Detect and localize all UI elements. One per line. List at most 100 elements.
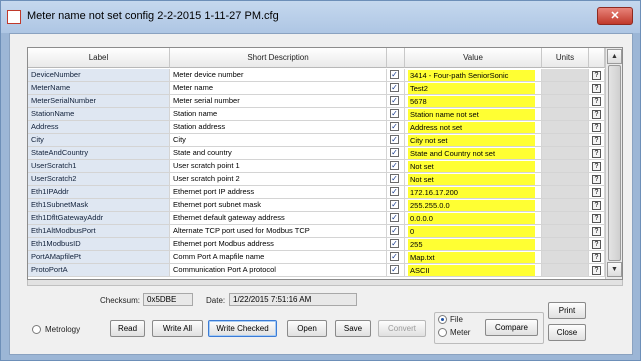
row-help-button[interactable]: ?: [589, 264, 605, 277]
row-help-button[interactable]: ?: [589, 225, 605, 238]
row-select-checkbox[interactable]: ✓: [387, 121, 405, 134]
row-select-checkbox[interactable]: ✓: [387, 147, 405, 160]
write-checked-button[interactable]: Write Checked: [208, 320, 277, 337]
row-value-field[interactable]: City not set: [405, 134, 542, 147]
row-value-field[interactable]: Map.txt: [405, 251, 542, 264]
compare-button[interactable]: Compare: [485, 319, 538, 336]
row-value-field[interactable]: 3414 - Four-path SeniorSonic: [405, 69, 542, 82]
open-button[interactable]: Open: [287, 320, 327, 337]
row-value: Map.txt: [408, 252, 535, 263]
scroll-up-icon[interactable]: ▲: [607, 49, 622, 64]
vertical-scrollbar[interactable]: ▲ ▼: [605, 48, 622, 279]
row-value: Test2: [408, 83, 535, 94]
column-header-value[interactable]: Value: [405, 48, 542, 68]
table-row[interactable]: PortAMapfilePt Comm Port A mapfile name ✓ M…: [28, 251, 605, 264]
row-help-button[interactable]: ?: [589, 69, 605, 82]
row-value-field[interactable]: 255.255.0.0: [405, 199, 542, 212]
table-row[interactable]: DeviceNumber Meter device number ✓ 3414 - F…: [28, 69, 605, 82]
title-bar[interactable]: Meter name not set config 2-2-2015 1-11-…: [1, 1, 640, 33]
table-row[interactable]: Eth1DfltGatewayAddr Ethernet default gate…: [28, 212, 605, 225]
row-select-checkbox[interactable]: ✓: [387, 69, 405, 82]
column-header-units[interactable]: Units: [542, 48, 589, 68]
row-value-field[interactable]: Test2: [405, 82, 542, 95]
row-units: [542, 173, 589, 186]
close-button[interactable]: Close: [548, 324, 586, 341]
row-select-checkbox[interactable]: ✓: [387, 134, 405, 147]
row-value-field[interactable]: Address not set: [405, 121, 542, 134]
save-button[interactable]: Save: [335, 320, 371, 337]
row-label: StationName: [28, 108, 170, 121]
table-row[interactable]: StateAndCountry State and country ✓ State a…: [28, 147, 605, 160]
row-value-field[interactable]: Station name not set: [405, 108, 542, 121]
column-header-check[interactable]: [387, 48, 405, 68]
table-row[interactable]: Address Station address ✓ Address not set?: [28, 121, 605, 134]
convert-button[interactable]: Convert: [378, 320, 426, 337]
row-help-button[interactable]: ?: [589, 160, 605, 173]
table-row[interactable]: Eth1ModbusID Ethernet port Modbus address…: [28, 238, 605, 251]
row-description: Ethernet port Modbus address: [170, 238, 387, 251]
row-help-button[interactable]: ?: [589, 212, 605, 225]
row-select-checkbox[interactable]: ✓: [387, 95, 405, 108]
help-icon: ?: [592, 253, 601, 262]
row-help-button[interactable]: ?: [589, 251, 605, 264]
row-help-button[interactable]: ?: [589, 199, 605, 212]
row-select-checkbox[interactable]: ✓: [387, 199, 405, 212]
row-description: State and country: [170, 147, 387, 160]
row-help-button[interactable]: ?: [589, 186, 605, 199]
table-row[interactable]: UserScratch1 User scratch point 1 ✓ Not set…: [28, 160, 605, 173]
table-row[interactable]: ProtoPortA Communication Port A protocol ✓…: [28, 264, 605, 277]
row-help-button[interactable]: ?: [589, 134, 605, 147]
scroll-down-icon[interactable]: ▼: [607, 262, 622, 277]
row-value-field[interactable]: 5678: [405, 95, 542, 108]
row-value-field[interactable]: ASCII: [405, 264, 542, 277]
row-select-checkbox[interactable]: ✓: [387, 251, 405, 264]
row-help-button[interactable]: ?: [589, 238, 605, 251]
source-file-radio[interactable]: [438, 315, 447, 324]
row-help-button[interactable]: ?: [589, 108, 605, 121]
row-help-button[interactable]: ?: [589, 95, 605, 108]
table-row[interactable]: MeterSerialNumber Meter serial number ✓ 567…: [28, 95, 605, 108]
row-value-field[interactable]: Not set: [405, 173, 542, 186]
row-value-field[interactable]: 172.16.17.200: [405, 186, 542, 199]
row-value-field[interactable]: 0: [405, 225, 542, 238]
horizontal-scrollbar[interactable]: [27, 280, 623, 286]
metrology-radio[interactable]: [32, 325, 41, 334]
row-help-button[interactable]: ?: [589, 147, 605, 160]
source-meter-radio[interactable]: [438, 328, 447, 337]
row-select-checkbox[interactable]: ✓: [387, 264, 405, 277]
row-value-field[interactable]: State and Country not set: [405, 147, 542, 160]
row-help-button[interactable]: ?: [589, 121, 605, 134]
row-select-checkbox[interactable]: ✓: [387, 238, 405, 251]
row-select-checkbox[interactable]: ✓: [387, 225, 405, 238]
scrollbar-thumb[interactable]: [608, 65, 621, 261]
column-header-label[interactable]: Label: [28, 48, 170, 68]
row-value-field[interactable]: 255: [405, 238, 542, 251]
write-all-button[interactable]: Write All: [152, 320, 203, 337]
row-select-checkbox[interactable]: ✓: [387, 160, 405, 173]
column-header-description[interactable]: Short Description: [170, 48, 387, 68]
column-header-help[interactable]: [589, 48, 605, 68]
row-select-checkbox[interactable]: ✓: [387, 173, 405, 186]
help-icon: ?: [592, 97, 601, 106]
table-row[interactable]: City City ✓ City not set?: [28, 134, 605, 147]
row-help-button[interactable]: ?: [589, 173, 605, 186]
row-value-field[interactable]: Not set: [405, 160, 542, 173]
table-row[interactable]: Eth1AltModbusPort Alternate TCP port used…: [28, 225, 605, 238]
table-row[interactable]: Eth1IPAddr Ethernet port IP address ✓ 172.1…: [28, 186, 605, 199]
row-value-field[interactable]: 0.0.0.0: [405, 212, 542, 225]
row-value: Not set: [408, 161, 535, 172]
table-row[interactable]: MeterName Meter name ✓ Test2?: [28, 82, 605, 95]
close-window-button[interactable]: ✕: [597, 7, 633, 25]
row-select-checkbox[interactable]: ✓: [387, 82, 405, 95]
row-select-checkbox[interactable]: ✓: [387, 186, 405, 199]
table-row[interactable]: Eth1SubnetMask Ethernet port subnet mask ✓…: [28, 199, 605, 212]
row-select-checkbox[interactable]: ✓: [387, 108, 405, 121]
row-label: MeterSerialNumber: [28, 95, 170, 108]
row-value: 255: [408, 239, 535, 250]
row-select-checkbox[interactable]: ✓: [387, 212, 405, 225]
row-help-button[interactable]: ?: [589, 82, 605, 95]
print-button[interactable]: Print: [548, 302, 586, 319]
read-button[interactable]: Read: [110, 320, 145, 337]
table-row[interactable]: UserScratch2 User scratch point 2 ✓ Not set…: [28, 173, 605, 186]
table-row[interactable]: StationName Station name ✓ Station name not…: [28, 108, 605, 121]
